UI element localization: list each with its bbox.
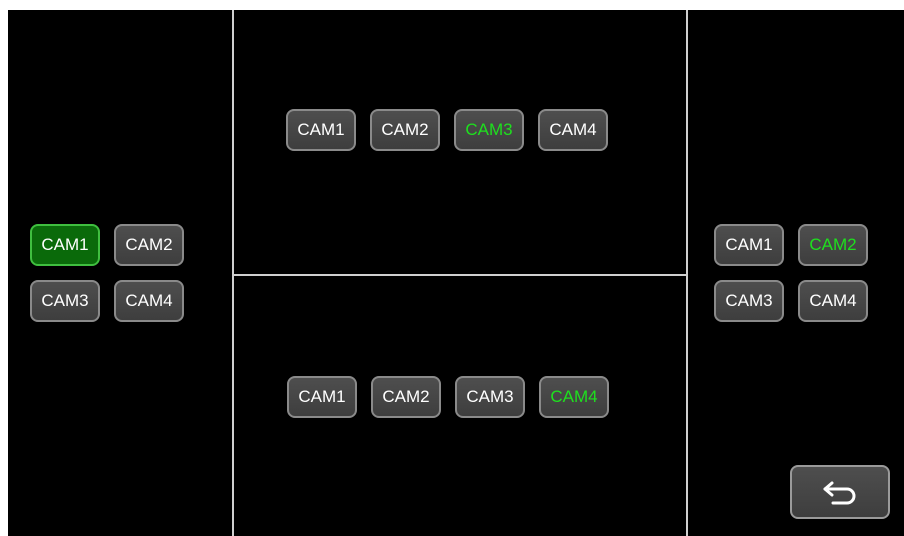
back-button[interactable] — [790, 465, 890, 519]
camera-layout-screen: CAM1 CAM2 CAM3 CAM4 CAM1 CAM2 CAM3 CAM4 … — [8, 10, 904, 536]
bottom-cam2-button[interactable]: CAM2 — [371, 376, 441, 418]
left-cam4-button[interactable]: CAM4 — [114, 280, 184, 322]
right-cam2-button[interactable]: CAM2 — [798, 224, 868, 266]
return-arrow-icon — [823, 481, 856, 505]
top-cam4-button[interactable]: CAM4 — [538, 109, 608, 151]
top-cam3-button[interactable]: CAM3 — [454, 109, 524, 151]
divider-left — [232, 10, 234, 536]
bottom-cam3-button[interactable]: CAM3 — [455, 376, 525, 418]
divider-right — [686, 10, 688, 536]
top-cam1-button[interactable]: CAM1 — [286, 109, 356, 151]
bottom-cam4-button[interactable]: CAM4 — [539, 376, 609, 418]
bottom-cam1-button[interactable]: CAM1 — [287, 376, 357, 418]
left-cam2-button[interactable]: CAM2 — [114, 224, 184, 266]
left-cam3-button[interactable]: CAM3 — [30, 280, 100, 322]
left-cam1-button[interactable]: CAM1 — [30, 224, 100, 266]
right-cam1-button[interactable]: CAM1 — [714, 224, 784, 266]
divider-center — [234, 274, 686, 276]
right-cam4-button[interactable]: CAM4 — [798, 280, 868, 322]
right-cam3-button[interactable]: CAM3 — [714, 280, 784, 322]
top-cam2-button[interactable]: CAM2 — [370, 109, 440, 151]
